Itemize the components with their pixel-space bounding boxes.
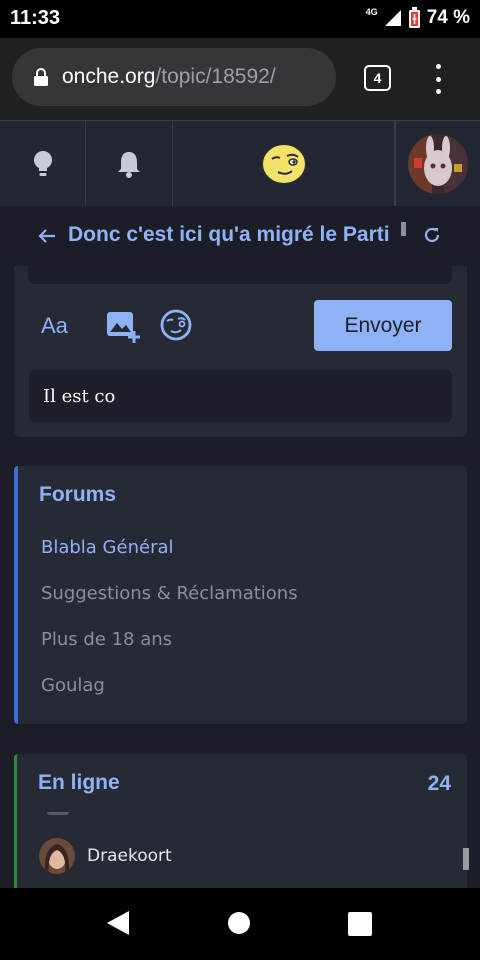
topic-header: Donc c'est ici qu'a migré le Parti <box>0 206 480 266</box>
online-title: En ligne <box>38 771 120 794</box>
network-type: 4G <box>365 7 378 17</box>
forums-title: Forums <box>39 483 117 506</box>
recents-square-icon[interactable] <box>348 912 372 936</box>
forum-link-18plus[interactable]: Plus de 18 ans <box>41 629 172 650</box>
url-text: onche.org/topic/18592/ <box>62 65 276 89</box>
avatar <box>39 838 75 874</box>
editor-preview-area <box>28 266 452 284</box>
scrollbar-thumb[interactable] <box>463 848 469 870</box>
signal-icon <box>384 10 401 26</box>
site-logo[interactable] <box>173 121 395 206</box>
refresh-icon[interactable] <box>423 226 441 244</box>
browser-menu-icon[interactable] <box>430 64 446 94</box>
online-panel: En ligne 24 Draekoort <box>14 754 469 894</box>
address-bar[interactable]: onche.org/topic/18592/ <box>12 48 336 106</box>
forum-link-blabla[interactable]: Blabla Général <box>41 537 174 558</box>
truncated-avatar <box>47 812 69 815</box>
system-nav-bar <box>0 888 480 960</box>
font-format-button[interactable]: Aa <box>41 313 68 339</box>
emoji-icon[interactable] <box>159 309 193 341</box>
smiley-logo-icon <box>260 142 307 185</box>
online-user-row[interactable]: Draekoort <box>39 838 172 874</box>
tab-switcher-button[interactable]: 4 <box>364 65 391 91</box>
home-circle-icon[interactable] <box>228 912 250 934</box>
battery-icon <box>408 7 420 28</box>
lightbulb-icon[interactable] <box>0 121 86 206</box>
browser-toolbar: onche.org/topic/18592/ 4 <box>0 38 480 120</box>
topic-title[interactable]: Donc c'est ici qu'a migré le Parti <box>68 223 390 247</box>
message-editor: Aa Envoyer Il est co <box>14 266 467 437</box>
forum-link-suggestions[interactable]: Suggestions & Réclamations <box>41 583 298 604</box>
back-arrow-icon[interactable] <box>38 228 56 244</box>
url-path: /topic/18592/ <box>155 65 276 88</box>
lock-icon <box>34 68 48 86</box>
url-domain: onche.org <box>62 65 156 88</box>
bell-icon[interactable] <box>86 121 173 206</box>
add-image-icon[interactable] <box>106 311 140 343</box>
title-cursor <box>401 222 406 236</box>
battery-level: 74 % <box>426 7 470 28</box>
online-user-name[interactable]: Draekoort <box>87 846 172 866</box>
send-button[interactable]: Envoyer <box>314 300 452 351</box>
site-nav <box>0 120 480 206</box>
online-count: 24 <box>427 772 451 795</box>
status-bar: 11:33 4G 74 % <box>0 0 480 38</box>
message-input[interactable]: Il est co <box>29 370 452 422</box>
forums-panel: Forums Blabla Général Suggestions & Récl… <box>14 466 467 724</box>
user-avatar[interactable] <box>395 121 480 206</box>
forum-link-goulag[interactable]: Goulag <box>41 675 105 696</box>
status-time: 11:33 <box>10 7 61 29</box>
back-triangle-icon[interactable] <box>106 910 130 936</box>
